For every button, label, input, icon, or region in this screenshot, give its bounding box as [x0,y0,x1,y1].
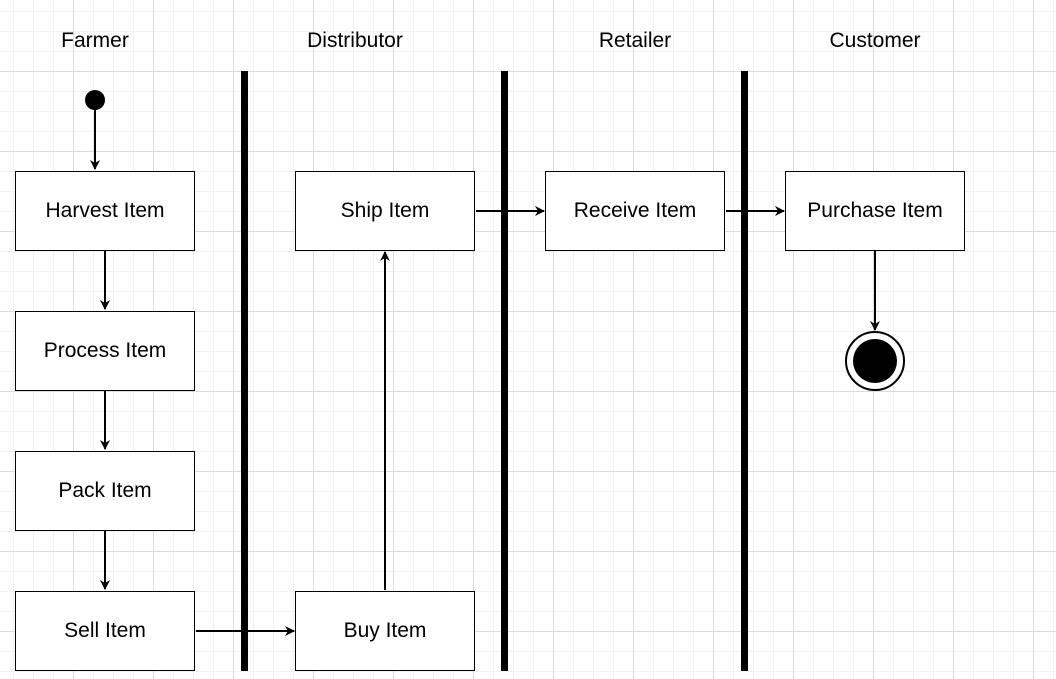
activity-buy-item[interactable]: Buy Item [295,591,475,671]
activity-harvest-item[interactable]: Harvest Item [15,171,195,251]
swimlane-divider-distributor-retailer [501,71,508,671]
activity-ship-item[interactable]: Ship Item [295,171,475,251]
swimlane-divider-retailer-customer [741,71,748,671]
diagram-canvas: Farmer Distributor Retailer Customer Har… [0,0,1056,679]
activity-sell-item[interactable]: Sell Item [15,591,195,671]
initial-node [85,90,105,110]
final-node [845,331,905,391]
activity-pack-item[interactable]: Pack Item [15,451,195,531]
lane-header-customer: Customer [829,29,921,52]
activity-receive-item[interactable]: Receive Item [545,171,725,251]
activity-process-item[interactable]: Process Item [15,311,195,391]
lane-header-farmer: Farmer [61,29,129,52]
activity-purchase-item[interactable]: Purchase Item [785,171,965,251]
lane-header-distributor: Distributor [307,29,403,52]
lane-header-retailer: Retailer [598,29,672,52]
swimlane-divider-farmer-distributor [241,71,248,671]
